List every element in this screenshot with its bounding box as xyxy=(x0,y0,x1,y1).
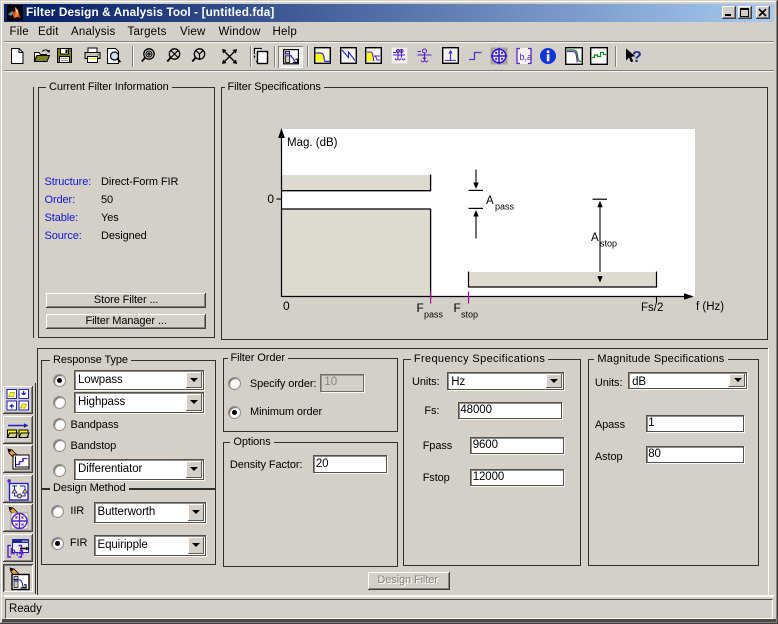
svg-text:pass: pass xyxy=(495,202,515,212)
svg-text:Mag. (dB): Mag. (dB) xyxy=(287,137,338,149)
svg-text:A: A xyxy=(486,195,494,207)
svg-text:?: ? xyxy=(632,49,642,66)
svg-text:b,a: b,a xyxy=(519,52,532,62)
svg-text:Fs/2: Fs/2 xyxy=(641,302,663,314)
svg-text:F: F xyxy=(454,301,461,315)
svg-text:stop: stop xyxy=(600,239,617,249)
svg-text:F: F xyxy=(417,301,424,315)
svg-text:pass: pass xyxy=(424,310,444,320)
svg-text:stop: stop xyxy=(461,310,478,320)
svg-text:0: 0 xyxy=(283,299,290,313)
svg-text:f (Hz): f (Hz) xyxy=(696,301,724,313)
svg-text:0: 0 xyxy=(267,192,274,206)
svg-text:A: A xyxy=(591,232,599,244)
